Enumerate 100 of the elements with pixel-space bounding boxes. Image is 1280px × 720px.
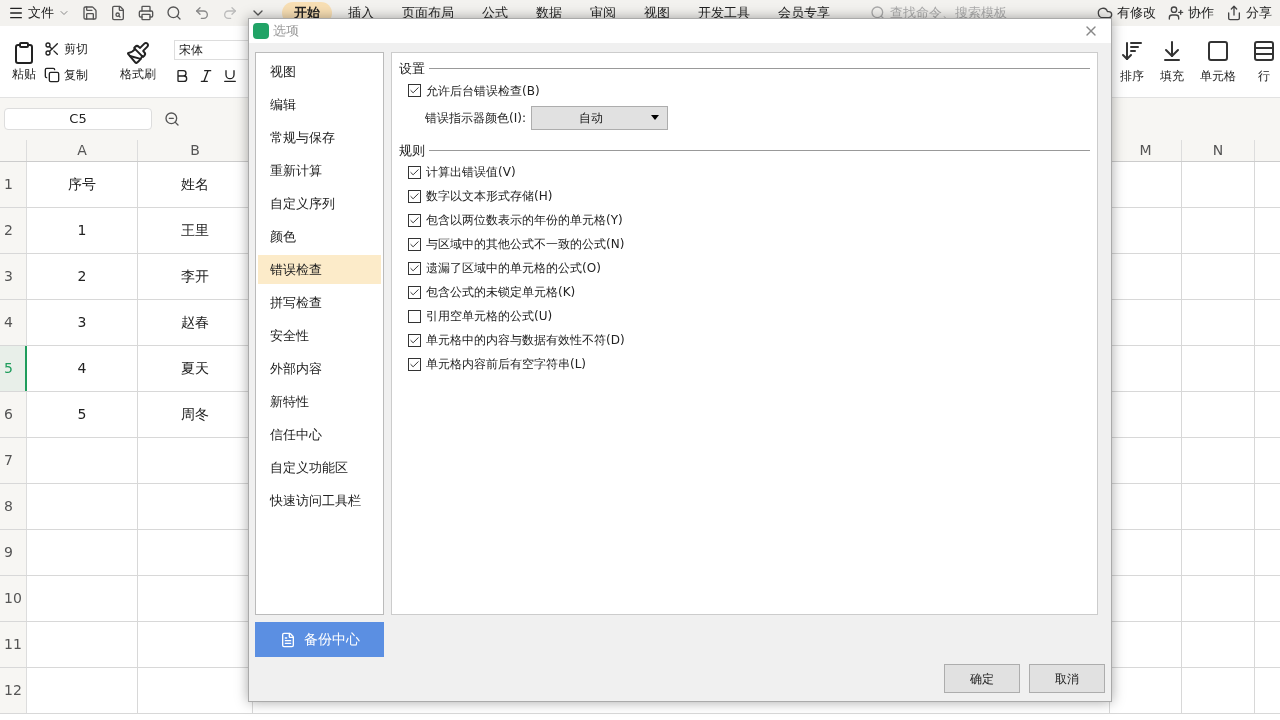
checkbox-label: 引用空单元格的公式(U) — [426, 308, 553, 325]
table-cell-text: 3 — [77, 313, 87, 332]
undo-icon[interactable] — [194, 5, 210, 21]
ribbon-tab[interactable]: 会员专享 — [766, 2, 842, 24]
table-cell-text: 王里 — [181, 221, 209, 240]
section-title: 设置 — [399, 60, 425, 78]
row-header: 2 — [0, 208, 27, 253]
cloud-icon — [1097, 5, 1113, 21]
row-header: 1 — [0, 162, 27, 207]
checkbox[interactable] — [408, 189, 421, 203]
dialog-button[interactable]: 确定 — [944, 664, 1020, 693]
table-cell-text: 2 — [77, 267, 87, 286]
ribbon-tab[interactable]: 视图 — [632, 2, 682, 24]
color-dropdown[interactable]: 自动 — [530, 105, 668, 130]
table-cell-text: 4 — [77, 359, 87, 378]
brush-icon — [126, 40, 150, 65]
nav-item[interactable]: 安全性 — [258, 321, 381, 350]
ribbon-button[interactable]: 行 — [1258, 66, 1270, 85]
app-logo-icon — [253, 23, 269, 39]
cut-button[interactable]: 剪切 — [44, 39, 114, 58]
header-action[interactable]: 分享 — [1226, 3, 1272, 23]
format-painter-button[interactable]: 格式刷 — [120, 64, 156, 83]
column-header: A — [27, 140, 138, 161]
name-box[interactable]: C5 — [4, 108, 152, 130]
ribbon-tab[interactable]: 公式 — [470, 2, 520, 24]
ribbon-tab[interactable]: 数据 — [524, 2, 574, 24]
table-cell-text: 李开 — [181, 267, 209, 286]
checkbox-label: 单元格中的内容与数据有效性不符(D) — [426, 332, 625, 349]
nav-item[interactable]: 错误检查 — [258, 255, 381, 284]
nav-item[interactable]: 信任中心 — [258, 420, 381, 449]
nav-item[interactable]: 快速访问工具栏 — [258, 486, 381, 515]
nav-item[interactable]: 颜色 — [258, 222, 381, 251]
checkbox-label: 允许后台错误检查(B) — [426, 82, 540, 100]
print-icon[interactable] — [138, 5, 154, 21]
checkbox[interactable] — [408, 261, 421, 275]
row-header: 11 — [0, 622, 27, 667]
file-menu[interactable]: 文件 — [8, 3, 70, 23]
row-header: 12 — [0, 668, 27, 713]
table-cell-text: 1 — [77, 221, 87, 240]
column-header: N — [1182, 140, 1255, 161]
scissors-icon — [44, 40, 60, 57]
ribbon-tab[interactable]: 页面布局 — [390, 2, 466, 24]
dialog-title: 选项 — [273, 22, 299, 41]
section-title: 规则 — [399, 141, 425, 160]
table-cell-text: 夏天 — [181, 359, 209, 378]
copy-button[interactable]: 复制 — [44, 65, 114, 84]
checkbox-label: 包含公式的未锁定单元格(K) — [426, 284, 576, 301]
dialog-button[interactable]: 取消 — [1029, 664, 1105, 693]
nav-item[interactable]: 重新计算 — [258, 156, 381, 185]
nav-item[interactable]: 拼写检查 — [258, 288, 381, 317]
checkbox-label: 遗漏了区域中的单元格的公式(O) — [426, 260, 601, 277]
checkbox[interactable] — [408, 165, 421, 179]
nav-item[interactable]: 外部内容 — [258, 354, 381, 383]
ribbon-tab[interactable]: 开发工具 — [686, 2, 762, 24]
bold-icon[interactable] — [174, 67, 190, 84]
save-icon[interactable] — [82, 5, 98, 21]
add-user-icon — [1168, 5, 1184, 21]
nav-item[interactable]: 编辑 — [258, 90, 381, 119]
cell-icon — [1206, 38, 1230, 63]
italic-icon[interactable] — [198, 67, 214, 84]
menu-icon — [8, 5, 24, 21]
row-header: 3 — [0, 254, 27, 299]
table-cell-text: 5 — [77, 405, 87, 424]
nav-item[interactable]: 常规与保存 — [258, 123, 381, 152]
row-header: 7 — [0, 438, 27, 483]
field-label: 错误指示器颜色(I): — [425, 109, 526, 127]
row-header: 8 — [0, 484, 27, 529]
document-icon — [279, 631, 296, 648]
checkbox[interactable] — [408, 285, 421, 299]
checkbox[interactable] — [408, 357, 421, 371]
row-header: 9 — [0, 530, 27, 575]
nav-item[interactable]: 视图 — [258, 57, 381, 86]
checkbox-label: 与区域中的其他公式不一致的公式(N) — [426, 236, 625, 253]
checkbox[interactable] — [408, 213, 421, 227]
header-action[interactable]: 协作 — [1168, 3, 1214, 23]
zoom-icon[interactable] — [164, 111, 180, 127]
ribbon-button[interactable]: 排序 — [1120, 66, 1144, 85]
checkbox-label: 单元格内容前后有空字符串(L) — [426, 356, 587, 373]
paste-button[interactable]: 粘贴 — [12, 64, 36, 83]
checkbox[interactable] — [408, 309, 421, 323]
underline-icon[interactable] — [222, 67, 238, 84]
table-cell-text: 周冬 — [181, 405, 209, 424]
checkbox[interactable] — [408, 84, 421, 97]
checkbox-label: 包含以两位数表示的年份的单元格(Y) — [426, 212, 623, 229]
clipboard-icon — [12, 40, 36, 65]
checkbox[interactable] — [408, 333, 421, 347]
nav-item[interactable]: 自定义序列 — [258, 189, 381, 218]
row-header: 4 — [0, 300, 27, 345]
checkbox-label: 计算出错误值(V) — [426, 164, 516, 181]
ribbon-tab[interactable]: 审阅 — [578, 2, 628, 24]
ribbon-button[interactable]: 填充 — [1160, 66, 1184, 85]
find-icon[interactable] — [166, 5, 182, 21]
ribbon-button[interactable]: 单元格 — [1200, 66, 1236, 85]
row-header: 10 — [0, 576, 27, 621]
table-cell-text: 姓名 — [181, 175, 209, 194]
nav-item[interactable]: 新特性 — [258, 387, 381, 416]
nav-item[interactable]: 自定义功能区 — [258, 453, 381, 482]
preview-icon[interactable] — [110, 5, 126, 21]
header-action[interactable]: 有修改 — [1097, 3, 1156, 23]
checkbox[interactable] — [408, 237, 421, 251]
